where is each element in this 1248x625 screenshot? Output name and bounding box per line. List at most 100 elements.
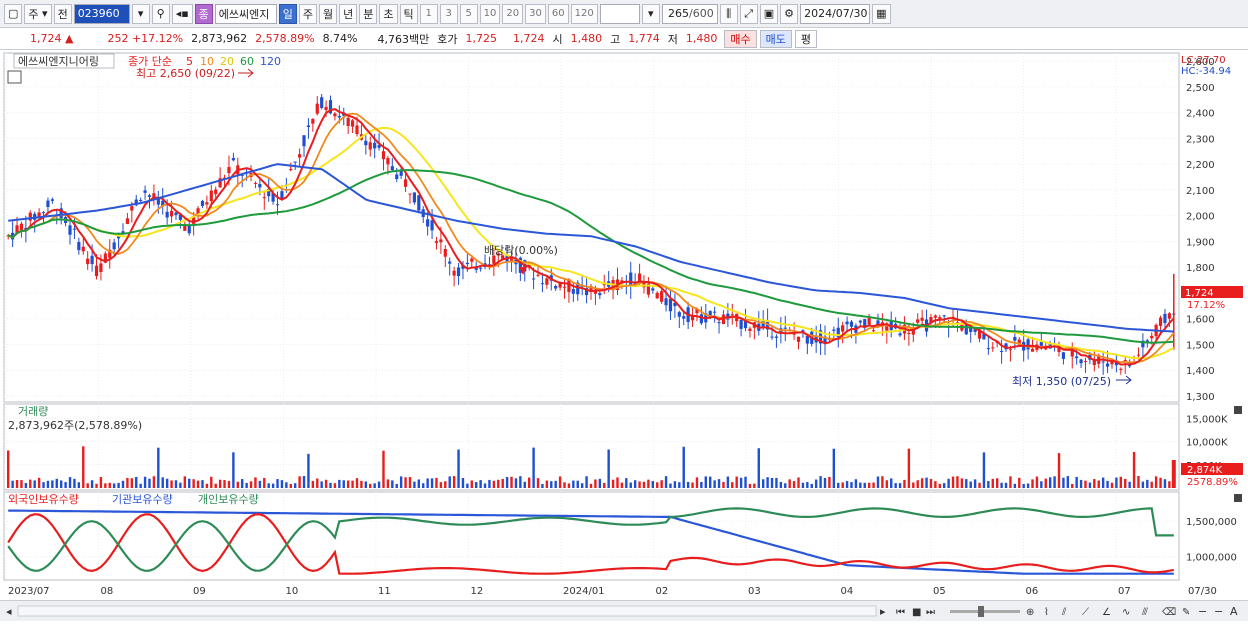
volume-bar xyxy=(218,479,222,488)
lc-label: LC:27.70 xyxy=(1181,55,1226,66)
stock-code-input[interactable]: 023960 xyxy=(73,3,130,24)
speaker-icon[interactable]: ◂▪ xyxy=(171,3,193,24)
volume-bar xyxy=(841,482,844,488)
period-label: 주 xyxy=(28,7,39,21)
volume-bar xyxy=(1137,476,1140,488)
candle-body xyxy=(90,255,94,265)
zoom-slider[interactable] xyxy=(950,610,1020,613)
stop-icon[interactable]: ■ xyxy=(912,607,921,618)
interval-1-label: 1 xyxy=(425,8,432,19)
volume-bar xyxy=(360,480,363,488)
custom-interval-input[interactable] xyxy=(599,3,640,24)
x-tick: 12 xyxy=(471,586,484,597)
wave-tool-icon[interactable]: ∿ xyxy=(1122,607,1130,618)
candle-body xyxy=(1030,348,1035,352)
avg-button[interactable]: 평 xyxy=(794,29,817,48)
interval-3-button[interactable]: 3 xyxy=(439,3,458,24)
tab-day[interactable]: 일 xyxy=(278,3,297,24)
period-select[interactable]: 주 ▾ xyxy=(24,3,52,24)
volume-bar xyxy=(452,476,456,488)
chart-area[interactable]: 2,600 2,500 2,400 2,300 2,200 2,100 2,000 1,900… xyxy=(0,51,1248,621)
interval-120-button[interactable]: 120 xyxy=(570,3,598,24)
zoom-slider-handle[interactable] xyxy=(978,606,984,617)
interval-60-button[interactable]: 60 xyxy=(547,3,569,24)
zoom-reset-icon[interactable]: − xyxy=(1214,605,1223,618)
interval-30-button[interactable]: 30 xyxy=(525,3,546,24)
volume-bar xyxy=(854,479,858,488)
candle-body xyxy=(412,192,416,203)
tab-year[interactable]: 년 xyxy=(339,3,358,24)
scroll-right-icon[interactable]: ▸ xyxy=(880,605,886,618)
volume-bar xyxy=(457,449,460,488)
bid-price: 1,724 xyxy=(513,32,545,45)
pen-icon[interactable]: ✎ xyxy=(1182,607,1190,618)
date-input[interactable]: 2024/07/30 xyxy=(800,3,871,24)
legend-individual: 개인보유수량 xyxy=(198,493,259,506)
interval-5-button[interactable]: 5 xyxy=(459,3,478,24)
interval-10-button[interactable]: 10 xyxy=(479,3,501,24)
tab-year-label: 년 xyxy=(343,7,354,21)
zoom-out-icon[interactable]: − xyxy=(1198,605,1207,618)
tab-minute[interactable]: 분 xyxy=(359,3,378,24)
calendar-icon[interactable]: ▦ xyxy=(872,3,891,24)
window-icon[interactable]: ▢ xyxy=(4,3,23,24)
volume-bar xyxy=(1119,476,1123,488)
candle-body xyxy=(253,182,258,184)
volume-bar xyxy=(293,483,297,488)
grid-toggle-icon[interactable] xyxy=(7,70,22,84)
search-icon[interactable]: ⚲ xyxy=(151,3,170,24)
volume-bar xyxy=(205,483,209,488)
buy-button[interactable]: 매수 xyxy=(724,29,757,48)
candle-body xyxy=(390,166,394,170)
candle-body xyxy=(346,117,350,127)
code-dropdown-icon[interactable]: ▾ xyxy=(131,3,150,24)
candle-body xyxy=(302,135,306,147)
play-forward-icon[interactable]: ⏭ xyxy=(926,607,935,618)
drawing-tool-icon[interactable]: ⤢ xyxy=(739,3,758,24)
candle-type-icon[interactable]: ⫼ xyxy=(719,3,738,24)
interval-20-button[interactable]: 20 xyxy=(502,3,524,24)
eraser-icon[interactable]: ⌫ xyxy=(1162,607,1176,618)
font-size-icon[interactable]: A xyxy=(1230,605,1238,618)
price-tick: 1,300 xyxy=(1186,392,1215,403)
chart-tool-icon[interactable]: ⫽ xyxy=(1061,607,1067,618)
angle-tool-icon[interactable]: ∠ xyxy=(1102,607,1111,618)
interval-1-button[interactable]: 1 xyxy=(419,3,438,24)
holding-panel-close-icon[interactable] xyxy=(1234,494,1242,502)
candle-body xyxy=(730,314,734,316)
price-pct-tag: 17.12% xyxy=(1187,300,1225,311)
bottom-controls: ◂ ▸ ⏮ ■ ⏭ ⊕ ⌇ ⫽ ⟋ ∠ ∿ ⫻ ⌫ ✎ − − A xyxy=(6,605,1238,618)
count-input[interactable]: 265/600 xyxy=(661,3,718,24)
prev-button[interactable]: 전 xyxy=(53,3,72,24)
volume-panel-close-icon[interactable] xyxy=(1234,406,1242,414)
zoom-icon[interactable]: ⊕ xyxy=(1026,607,1034,618)
interval-dropdown-icon[interactable]: ▾ xyxy=(641,3,660,24)
scroll-left-icon[interactable]: ◂ xyxy=(6,605,12,618)
line-tool-icon[interactable]: ⌇ xyxy=(1044,607,1049,618)
save-icon[interactable]: ▣ xyxy=(759,3,779,24)
tab-week[interactable]: 주 xyxy=(298,3,318,24)
play-back-icon[interactable]: ⏮ xyxy=(896,607,905,618)
stock-chart[interactable]: 2,6002,5002,4002,3002,2002,1002,0001,900… xyxy=(0,51,1248,621)
volume-bar xyxy=(598,478,602,488)
price-tick: 2,200 xyxy=(1186,160,1215,171)
gear-icon[interactable]: ⚙ xyxy=(780,3,799,24)
volume-bar xyxy=(170,480,173,488)
volume-bar xyxy=(611,479,615,488)
channel-tool-icon[interactable]: ⫻ xyxy=(1142,607,1148,618)
price-tick: 1,900 xyxy=(1186,237,1215,248)
tab-second[interactable]: 초 xyxy=(379,3,398,24)
ma60-label: 60 xyxy=(240,55,254,68)
fibo-tool-icon[interactable]: ⟋ xyxy=(1082,607,1089,618)
tab-month[interactable]: 월 xyxy=(319,3,338,24)
horizontal-scrollbar[interactable] xyxy=(17,605,877,617)
sell-button[interactable]: 매도 xyxy=(759,29,792,48)
x-tick: 2023/07 xyxy=(8,586,50,597)
volume-bar xyxy=(161,477,164,488)
volume-bar xyxy=(1168,481,1171,488)
tab-tick[interactable]: 틱 xyxy=(399,3,418,24)
candle-body xyxy=(395,174,399,179)
candle-body xyxy=(1000,350,1004,352)
candle-body xyxy=(337,115,341,118)
tab-month-label: 월 xyxy=(323,7,334,21)
